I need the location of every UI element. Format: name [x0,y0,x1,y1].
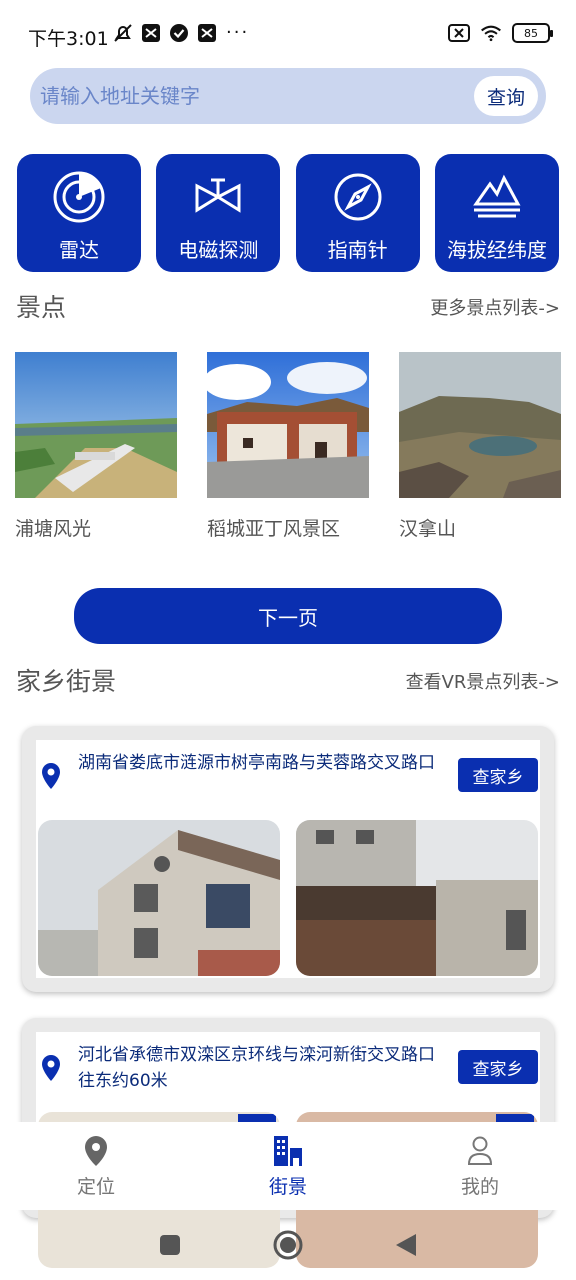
street-photo [38,820,280,976]
scenic-photo [15,352,177,498]
status-notification-icons [112,22,218,44]
search-bar: 查询 [30,68,546,124]
tool-label: 雷达 [59,238,99,262]
scenic-spot-name: 浦塘风光 [15,518,92,540]
nav-location[interactable]: 定位 [0,1122,192,1210]
altitude-icon [473,174,521,218]
battery-indicator: 85 [512,23,553,43]
street-address: 河北省承德市双滦区京环线与滦河新街交叉路口往东约60米 [78,1045,435,1091]
tool-altitude[interactable]: 海拔经纬度 [434,154,559,272]
location-pin-icon [85,1136,107,1166]
tool-compass[interactable]: 指南针 [295,154,420,272]
scenic-section-title: 景点 [16,293,67,322]
street-card-body: 湖南省娄底市涟源市树亭南路与芙蓉路交叉路口 查家乡 [36,740,540,978]
person-icon [467,1136,493,1165]
wifi-icon [480,22,502,44]
nav-label: 定位 [76,1176,115,1198]
tools-row: 雷达 电磁探测 指南针 海拔经纬度 [17,154,559,272]
street-card[interactable]: 湖南省娄底市涟源市树亭南路与芙蓉路交叉路口 查家乡 [22,726,554,992]
search-input[interactable] [40,76,460,116]
scenic-spot-card[interactable]: 浦塘风光 [15,352,177,541]
tool-electromagnetic[interactable]: 电磁探测 [156,154,281,272]
street-section-title: 家乡街景 [16,667,117,696]
scenic-spot-card[interactable]: 稻城亚丁风景区 [207,352,369,541]
sim-icon [448,22,470,44]
home-icon[interactable] [272,1229,304,1261]
mute-icon [112,22,134,44]
scenic-photo [399,352,561,498]
status-system-icons: 85 [448,22,553,44]
tool-label: 海拔经纬度 [446,238,547,262]
more-scenic-link[interactable]: 更多景点列表-> [430,294,560,320]
compass-icon [334,173,382,221]
nav-label: 我的 [460,1176,499,1198]
system-navigation-bar [0,1210,576,1280]
buildings-icon [274,1136,302,1166]
bottom-navigation: 定位 街景 我的 [0,1122,576,1210]
check-hometown-button[interactable]: 查家乡 [458,1050,538,1084]
radar-icon [53,171,105,223]
back-icon[interactable] [394,1232,418,1258]
scenic-spot-card[interactable]: 汉拿山 [399,352,561,541]
street-photo [296,820,538,976]
check-badge-icon [168,22,190,44]
location-pin-icon [42,763,60,789]
tool-label: 电磁探测 [178,238,259,262]
electromagnetic-icon [195,178,241,213]
status-time: 下午3:01 [28,28,109,50]
search-button[interactable]: 查询 [474,76,538,116]
nav-label: 街景 [268,1176,307,1198]
check-hometown-button[interactable]: 查家乡 [458,758,538,792]
tool-label: 指南针 [327,238,388,262]
more-notifications-icon: ··· [226,22,250,43]
nav-street-view[interactable]: 街景 [192,1122,384,1210]
location-pin-icon [42,1055,60,1081]
app-notification-icon-2 [196,22,218,44]
street-address: 湖南省娄底市涟源市树亭南路与芙蓉路交叉路口 [78,753,435,773]
scenic-spot-name: 稻城亚丁风景区 [207,518,341,540]
status-bar: 下午3:01 ··· 85 [0,0,576,70]
recent-apps-icon[interactable] [158,1233,182,1257]
scenic-photo [207,352,369,498]
vr-scenic-list-link[interactable]: 查看VR景点列表-> [406,668,560,694]
nav-profile[interactable]: 我的 [384,1122,576,1210]
scenic-spot-name: 汉拿山 [399,518,457,540]
tool-radar[interactable]: 雷达 [17,154,141,272]
app-notification-icon [140,22,162,44]
next-page-button[interactable]: 下一页 [74,588,502,644]
